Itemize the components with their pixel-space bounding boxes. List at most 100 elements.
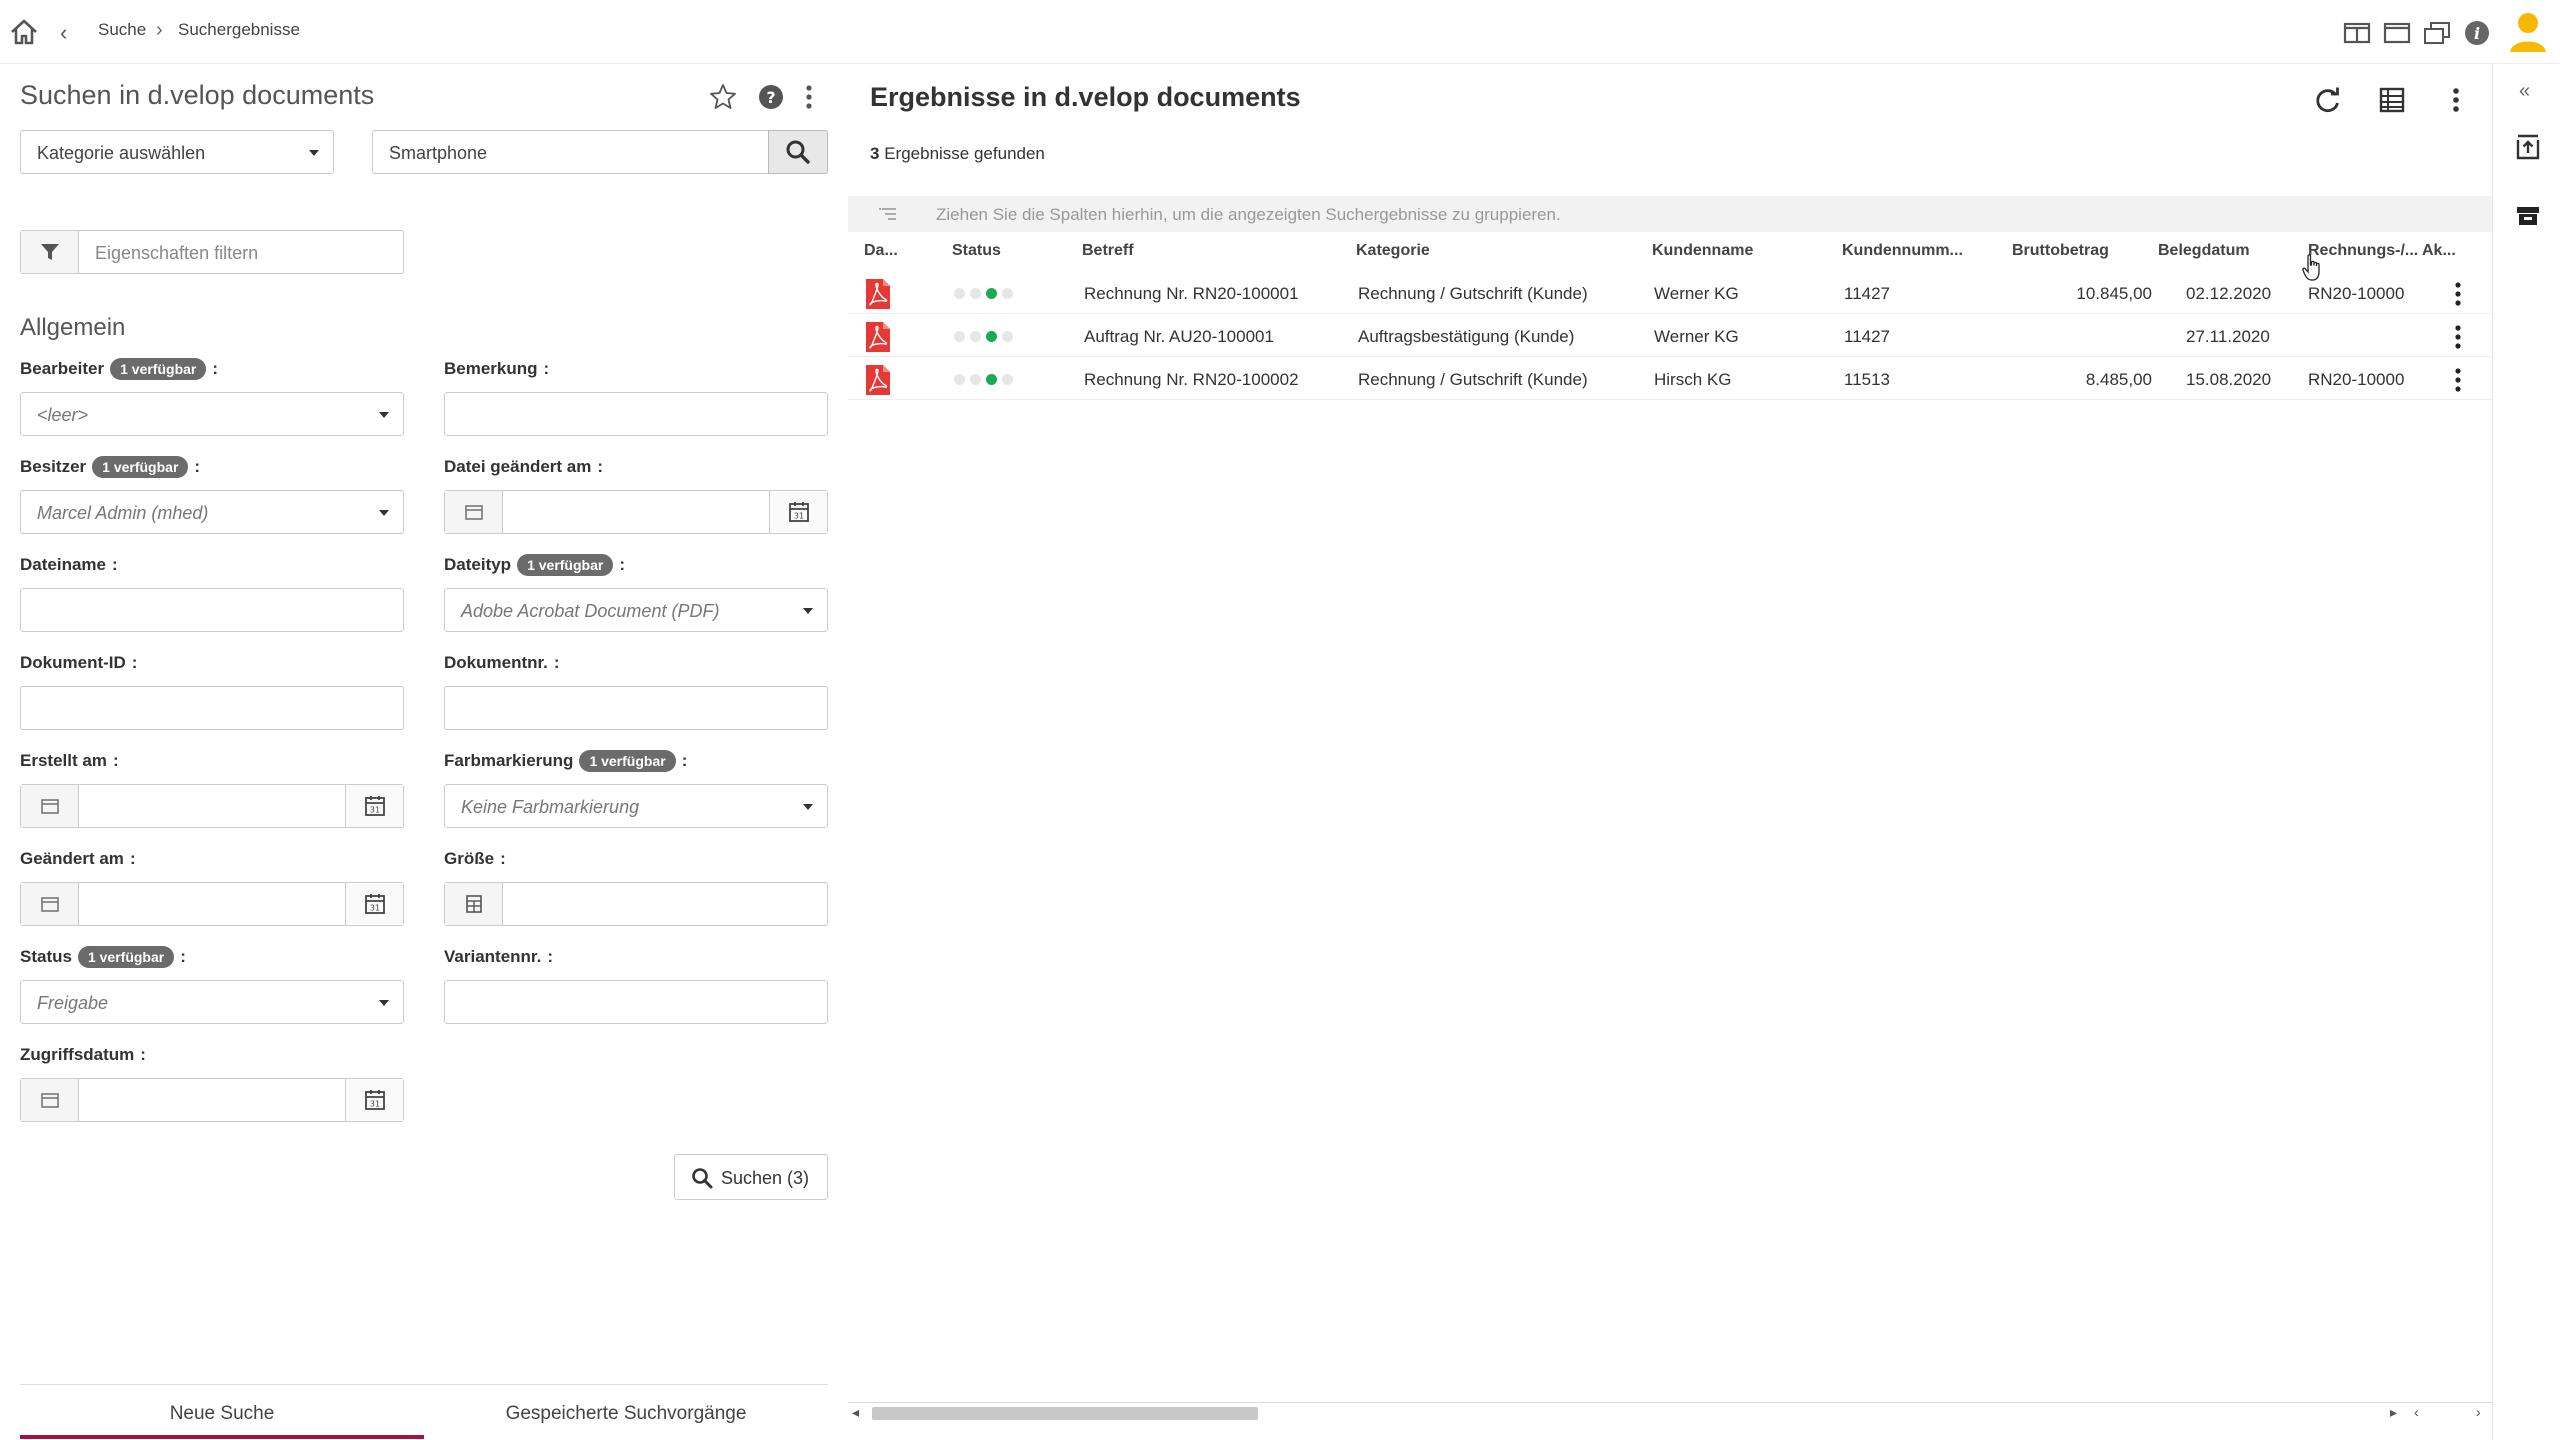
row-actions-icon[interactable] [2448,280,2468,308]
right-sidebar: « [2492,64,2560,1440]
single-view-icon[interactable] [2382,18,2412,48]
calculator-icon[interactable] [445,883,503,925]
more-options-icon[interactable] [794,82,824,112]
breadcrumb-suche[interactable]: Suche [98,20,146,40]
date-range-icon[interactable] [21,785,79,827]
scroll-right-icon[interactable]: ▸ [2390,1404,2397,1421]
bearbeiter-select[interactable]: <leer> [20,392,404,436]
archive-icon[interactable] [2513,200,2543,230]
besitzer-select[interactable]: Marcel Admin (mhed) [20,490,404,534]
geaendert-am-date-field[interactable]: 31 [20,882,404,926]
tab-gespeicherte-suchvorgaenge[interactable]: Gespeicherte Suchvorgänge [424,1385,828,1439]
label-text: Variantennr. [444,947,542,966]
property-filter-placeholder: Eigenschaften filtern [95,243,259,263]
cell-belegdatum: 02.12.2020 [2186,284,2272,303]
label-zugriffsdatum: Zugriffsdatum : [20,1042,146,1068]
cell-kategorie: Auftragsbestätigung (Kunde) [1358,327,1575,346]
column-header-aktionen[interactable]: Ak... [2422,242,2456,260]
user-avatar-icon[interactable] [2508,10,2548,54]
grouping-drop-zone[interactable]: Ziehen Sie die Spalten hierhin, um die a… [848,196,2492,232]
fulltext-search-input[interactable]: Smartphone [372,130,770,174]
column-header-status[interactable]: Status [952,242,1001,260]
status-select[interactable]: Freigabe [20,980,404,1024]
table-row[interactable]: Rechnung Nr. RN20-100001 Rechnung / Guts… [848,272,2492,314]
property-filter-input[interactable]: Eigenschaften filtern [20,230,404,274]
column-header-datei[interactable]: Da... [864,242,898,260]
column-settings-icon[interactable] [2376,84,2408,116]
besitzer-select-value: Marcel Admin (mhed) [37,503,209,523]
calendar-icon[interactable]: 31 [345,883,403,925]
split-view-icon[interactable] [2342,18,2372,48]
scroll-right-end-icon[interactable]: › [2476,1404,2481,1420]
column-header-rechnungsnummer[interactable]: Rechnungs-/... [2308,242,2418,260]
label-colon: : [111,555,118,574]
available-badge: 1 verfügbar [579,750,676,772]
upload-icon[interactable] [2513,132,2543,162]
calendar-icon[interactable]: 31 [769,491,827,533]
datei-geaendert-date-field[interactable]: 31 [444,490,828,534]
column-header-belegdatum[interactable]: Belegdatum [2158,242,2250,260]
label-variantennr: Variantennr. : [444,944,553,970]
label-bemerkung: Bemerkung : [444,356,549,382]
cell-kundenname: Hirsch KG [1654,370,1732,389]
column-header-kundenname[interactable]: Kundenname [1652,242,1753,260]
star-icon[interactable] [708,82,738,112]
dateityp-select[interactable]: Adobe Acrobat Document (PDF) [444,588,828,632]
grouping-hint: Ziehen Sie die Spalten hierhin, um die a… [936,205,1561,224]
scroll-left-icon[interactable]: ◂ [852,1404,859,1421]
available-badge: 1 verfügbar [92,456,189,478]
status-indicator [954,331,1013,342]
column-header-bruttobetrag[interactable]: Bruttobetrag [2012,242,2109,260]
horizontal-scrollbar[interactable]: ◂ ▸ ‹ › [848,1402,2492,1422]
row-actions-icon[interactable] [2448,323,2468,351]
column-header-betreff[interactable]: Betreff [1082,242,1134,260]
variantennr-input[interactable] [444,980,828,1024]
groesse-number-field[interactable] [444,882,828,926]
label-text: Dokumentnr. [444,653,548,672]
fulltext-search-button[interactable] [768,130,828,174]
erstellt-am-date-field[interactable]: 31 [20,784,404,828]
zugriffsdatum-date-field[interactable]: 31 [20,1078,404,1122]
dokument-id-input[interactable] [20,686,404,730]
scroll-left-end-icon[interactable]: ‹ [2414,1404,2419,1420]
label-colon: : [194,457,201,476]
date-range-icon[interactable] [21,1079,79,1121]
home-icon[interactable] [8,16,40,48]
label-text: Geändert am [20,849,124,868]
calendar-icon[interactable]: 31 [345,1079,403,1121]
collapse-chevrons-icon[interactable]: « [2519,80,2530,103]
cell-bruttobetrag: 10.845,00 [2076,284,2152,303]
tab-neue-suche[interactable]: Neue Suche [20,1385,424,1439]
more-options-icon[interactable] [2440,84,2472,116]
date-range-icon[interactable] [21,883,79,925]
farbmarkierung-select[interactable]: Keine Farbmarkierung [444,784,828,828]
help-icon[interactable]: ? [756,82,786,112]
breadcrumb-suchergebnisse: Suchergebnisse [178,20,300,39]
chevron-down-icon [803,804,813,810]
label-colon: : [547,947,553,966]
calendar-icon[interactable]: 31 [345,785,403,827]
dokumentnr-input[interactable] [444,686,828,730]
label-dateiname: Dateiname : [20,552,118,578]
date-range-icon[interactable] [445,491,503,533]
label-bearbeiter: Bearbeiter 1 verfügbar : [20,356,218,382]
dateiname-input[interactable] [20,588,404,632]
bemerkung-input[interactable] [444,392,828,436]
column-header-kategorie[interactable]: Kategorie [1356,242,1430,260]
table-row[interactable]: Auftrag Nr. AU20-100001 Auftragsbestätig… [848,315,2492,357]
row-actions-icon[interactable] [2448,366,2468,394]
label-colon: : [129,849,136,868]
back-chevron-icon[interactable]: ‹ [60,20,67,46]
refresh-icon[interactable] [2312,84,2344,116]
new-window-icon[interactable] [2422,18,2452,48]
status-dot [954,331,965,342]
category-select[interactable]: Kategorie auswählen [20,130,334,174]
chevron-down-icon [309,150,319,156]
info-icon[interactable]: i [2462,18,2492,48]
scrollbar-thumb[interactable] [872,1407,1258,1420]
column-header-kundennummer[interactable]: Kundennumm... [1842,242,1963,260]
breadcrumb-separator-icon: › [156,19,163,41]
label-colon: : [500,849,506,868]
search-submit-button[interactable]: Suchen (3) [674,1154,828,1200]
table-row[interactable]: Rechnung Nr. RN20-100002 Rechnung / Guts… [848,358,2492,400]
